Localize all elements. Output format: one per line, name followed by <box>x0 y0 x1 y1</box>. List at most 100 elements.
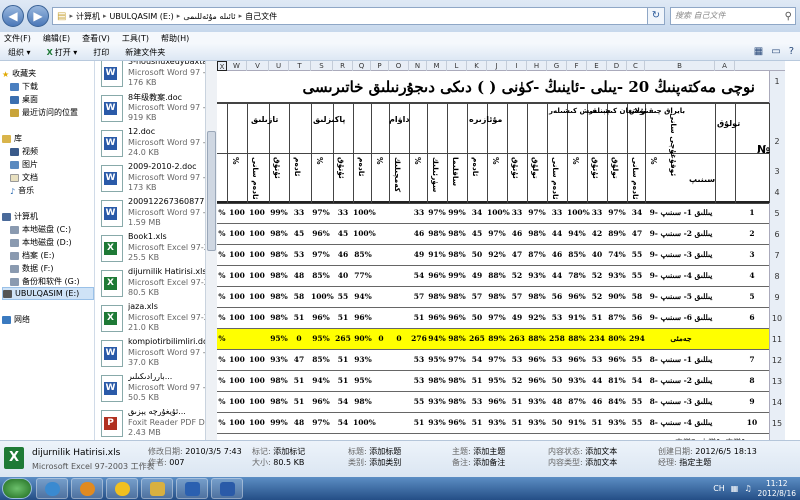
data-cell[interactable]: 265 <box>467 329 487 349</box>
data-cell[interactable]: 42 <box>587 224 607 244</box>
data-cell[interactable]: 33 <box>587 203 607 223</box>
data-cell[interactable]: 94% <box>311 371 331 391</box>
class-label-cell[interactable]: 8- ﻳﯩﻠﻠﯩﻖ 2- ﺳﯩﻨﯩﭗ <box>647 371 715 391</box>
table-row[interactable]: 7 8- ﻳﯩﻠﻠﯩﻖ 1- ﺳﯩﻨﯩﭗ 55 96% 53 96% 53 96% 53 97% 5… <box>217 350 769 371</box>
data-cell[interactable]: 100 <box>227 392 247 412</box>
column-header[interactable]: N <box>409 61 427 71</box>
student-count-cell[interactable]: 55 <box>627 266 647 286</box>
column-header[interactable]: H <box>527 61 547 71</box>
data-cell[interactable]: 55 <box>409 392 429 412</box>
row-number-cell[interactable]: 6 <box>735 308 769 328</box>
data-cell[interactable]: 95% <box>427 350 447 370</box>
data-cell[interactable]: 276 <box>409 329 429 349</box>
data-cell[interactable]: % <box>217 308 227 328</box>
data-cell[interactable]: % <box>217 413 227 433</box>
data-cell[interactable]: 85% <box>567 245 587 265</box>
data-cell[interactable]: 100 <box>227 266 247 286</box>
data-cell[interactable]: 95% <box>353 371 373 391</box>
taskbar-ie[interactable] <box>36 478 68 499</box>
data-cell[interactable]: 98% <box>527 287 547 307</box>
column-header[interactable]: W <box>227 61 247 71</box>
data-cell[interactable]: 88% <box>487 266 507 286</box>
data-cell[interactable]: 85% <box>353 245 373 265</box>
data-cell[interactable]: 48 <box>289 413 309 433</box>
data-cell[interactable]: 54 <box>333 413 353 433</box>
data-cell[interactable]: 98% <box>427 371 447 391</box>
file-item[interactable]: X Book1.xls Microsoft Excel 97-2 25.5 KB <box>98 232 205 267</box>
data-cell[interactable]: 94% <box>427 329 447 349</box>
data-cell[interactable]: 50 <box>467 245 487 265</box>
content-type-value[interactable]: 添加文本 <box>585 458 617 467</box>
data-cell[interactable]: 96% <box>311 392 331 412</box>
data-cell[interactable]: 54 <box>409 266 429 286</box>
row-header[interactable]: 9 <box>769 293 785 302</box>
data-cell[interactable]: 90% <box>353 329 373 349</box>
data-cell[interactable]: 51 <box>467 413 487 433</box>
content-status-value[interactable]: 添加文本 <box>585 447 617 456</box>
data-cell[interactable]: 57 <box>467 287 487 307</box>
data-cell[interactable]: 96% <box>487 392 507 412</box>
class-label-cell[interactable]: 9- ﻳﯩﻠﻠﯩﻖ 5- ﺳﯩﻨﯩﭗ <box>647 287 715 307</box>
row-header[interactable]: 14 <box>769 398 785 407</box>
data-cell[interactable]: 53 <box>587 350 607 370</box>
data-cell[interactable]: 93% <box>269 350 289 370</box>
preview-pane-icon[interactable]: ▭ <box>771 46 780 57</box>
file-item[interactable]: Xdijurnilik Hatirisi.xls Microsoft Excel … <box>98 267 205 302</box>
data-cell[interactable]: 49 <box>507 308 527 328</box>
data-cell[interactable]: % <box>217 287 227 307</box>
class-label-cell[interactable]: 9- ﻳﯩﻠﻠﯩﻖ 1- ﺳﯩﻨﯩﭗ <box>647 203 715 223</box>
data-cell[interactable]: 51 <box>587 308 607 328</box>
data-cell[interactable]: 92% <box>487 245 507 265</box>
taskbar-explorer[interactable] <box>141 478 173 499</box>
data-cell[interactable]: 96% <box>311 224 331 244</box>
data-cell[interactable]: 53 <box>507 350 527 370</box>
data-cell[interactable]: 44 <box>587 371 607 391</box>
data-cell[interactable]: 45 <box>289 224 309 244</box>
data-cell[interactable]: 93% <box>567 371 587 391</box>
data-cell[interactable]: 98% <box>269 392 289 412</box>
row-header[interactable]: 4 <box>769 188 785 197</box>
data-cell[interactable]: 100 <box>227 224 247 244</box>
data-cell[interactable]: 98% <box>269 287 289 307</box>
data-cell[interactable]: 98% <box>447 329 467 349</box>
data-cell[interactable]: 100% <box>311 287 334 307</box>
menu-edit[interactable]: 编辑(E) <box>43 33 70 44</box>
data-cell[interactable]: 96% <box>527 371 547 391</box>
row-header[interactable]: 7 <box>769 251 785 260</box>
data-cell[interactable]: 100 <box>247 413 267 433</box>
class-label-cell[interactable]: 8- ﻳﯩﻠﻠﯩﻖ 3- ﺳﯩﻨﯩﭗ <box>647 392 715 412</box>
column-header[interactable]: G <box>547 61 567 71</box>
data-cell[interactable]: 91% <box>567 413 587 433</box>
manager-value[interactable]: 指定主题 <box>679 458 711 467</box>
row-header[interactable]: 2 <box>769 137 785 146</box>
taskbar-app[interactable] <box>106 478 138 499</box>
data-cell[interactable]: 88% <box>567 329 587 349</box>
data-cell[interactable]: 100 <box>227 413 247 433</box>
table-row[interactable]: 3 9- ﻳﯩﻠﻠﯩﻖ 3- ﺳﯩﻨﯩﭗ 55 74% 40 85% 46 87% 47 92% 5… <box>217 245 769 266</box>
sidebar-item-downloads[interactable]: 下载 <box>10 80 94 93</box>
row-header[interactable]: 13 <box>769 377 785 386</box>
data-cell[interactable]: 46 <box>333 245 353 265</box>
data-cell[interactable]: 98% <box>269 224 289 244</box>
data-cell[interactable]: 99% <box>447 266 467 286</box>
data-cell[interactable]: 55 <box>333 287 353 307</box>
row-header[interactable]: 1 <box>769 77 785 86</box>
data-cell[interactable]: 95% <box>487 371 507 391</box>
data-cell[interactable]: 45 <box>333 224 353 244</box>
refresh-icon[interactable]: ↻ <box>647 7 665 25</box>
data-cell[interactable]: 54 <box>467 350 487 370</box>
sidebar-item-videos[interactable]: 视频 <box>10 145 94 158</box>
table-row[interactable]: 5 9- ﻳﯩﻠﻠﯩﻖ 5- ﺳﯩﻨﯩﭗ 58 90% 52 96% 56 98% 57 98% 5… <box>217 287 769 308</box>
data-cell[interactable]: 53 <box>547 308 567 328</box>
data-cell[interactable]: 46 <box>507 224 527 244</box>
class-label-cell[interactable]: 9- ﻳﯩﻠﻠﯩﻖ 4- ﺳﯩﻨﯩﭗ <box>647 266 715 286</box>
data-cell[interactable]: 98% <box>487 287 507 307</box>
class-label-cell[interactable]: 9- ﻳﯩﻠﻠﯩﻖ 3- ﺳﯩﻨﯩﭗ <box>647 245 715 265</box>
data-cell[interactable]: 98% <box>269 371 289 391</box>
menu-tools[interactable]: 工具(T) <box>122 33 149 44</box>
data-cell[interactable]: 99% <box>447 203 467 223</box>
data-cell[interactable]: 100 <box>247 392 267 412</box>
data-cell[interactable]: 33 <box>409 203 429 223</box>
data-cell[interactable]: 52 <box>507 371 527 391</box>
row-header[interactable]: 10 <box>769 314 785 323</box>
